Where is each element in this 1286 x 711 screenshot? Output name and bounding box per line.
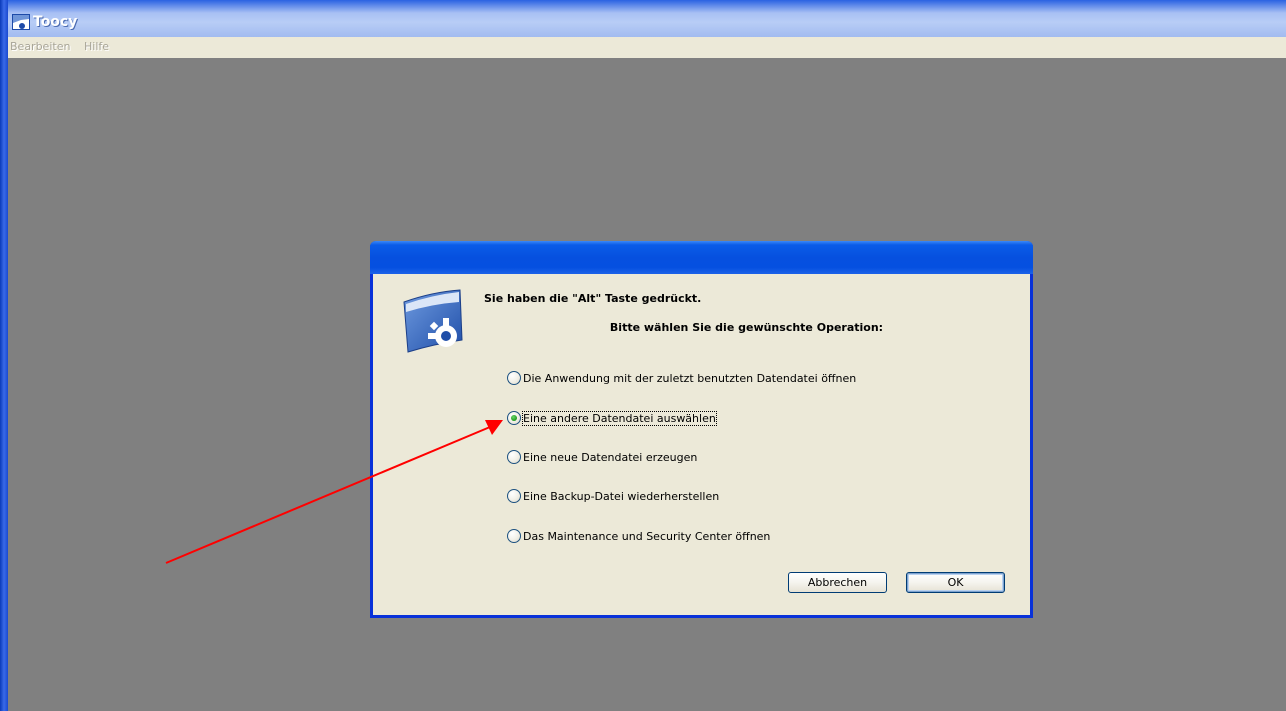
option-label: Eine Backup-Datei wiederherstellen	[523, 489, 720, 503]
radio-create-new-datafile[interactable]	[507, 450, 521, 464]
dialog-title-bar[interactable]	[370, 241, 1033, 274]
dialog-subheading: Bitte wählen Sie die gewünschte Operatio…	[609, 321, 884, 334]
option-label: Eine neue Datendatei erzeugen	[523, 450, 698, 464]
menu-bar: Bearbeiten Hilfe	[8, 37, 1286, 58]
radio-select-other-datafile[interactable]	[507, 411, 521, 425]
menu-hilfe[interactable]: Hilfe	[84, 40, 109, 53]
radio-restore-backup[interactable]	[507, 489, 521, 503]
option-label: Eine andere Datendatei auswählen	[522, 410, 717, 426]
window-frame-left	[0, 0, 8, 711]
startup-dialog: Sie haben die "Alt" Taste gedrückt. Bitt…	[370, 241, 1033, 618]
dialog-body: Sie haben die "Alt" Taste gedrückt. Bitt…	[373, 274, 1030, 615]
option-open-maintenance-center[interactable]: Das Maintenance und Security Center öffn…	[507, 528, 770, 544]
app-icon	[12, 14, 30, 30]
option-select-other-datafile[interactable]: Eine andere Datendatei auswählen	[507, 410, 717, 426]
radio-open-maintenance-center[interactable]	[507, 529, 521, 543]
menu-bearbeiten[interactable]: Bearbeiten	[10, 40, 70, 53]
option-create-new-datafile[interactable]: Eine neue Datendatei erzeugen	[507, 449, 697, 465]
option-restore-backup[interactable]: Eine Backup-Datei wiederherstellen	[507, 488, 719, 504]
title-bar[interactable]: Toocy	[0, 0, 1286, 37]
radio-open-last-datafile[interactable]	[507, 371, 521, 385]
window-title: Toocy	[33, 14, 78, 30]
dialog-heading: Sie haben die "Alt" Taste gedrückt.	[484, 292, 702, 305]
option-open-last-datafile[interactable]: Die Anwendung mit der zuletzt benutzten …	[507, 370, 856, 386]
ok-button[interactable]: OK	[906, 572, 1005, 593]
option-label: Die Anwendung mit der zuletzt benutzten …	[523, 371, 857, 385]
option-label: Das Maintenance und Security Center öffn…	[523, 529, 771, 543]
cancel-button[interactable]: Abbrechen	[788, 572, 887, 593]
